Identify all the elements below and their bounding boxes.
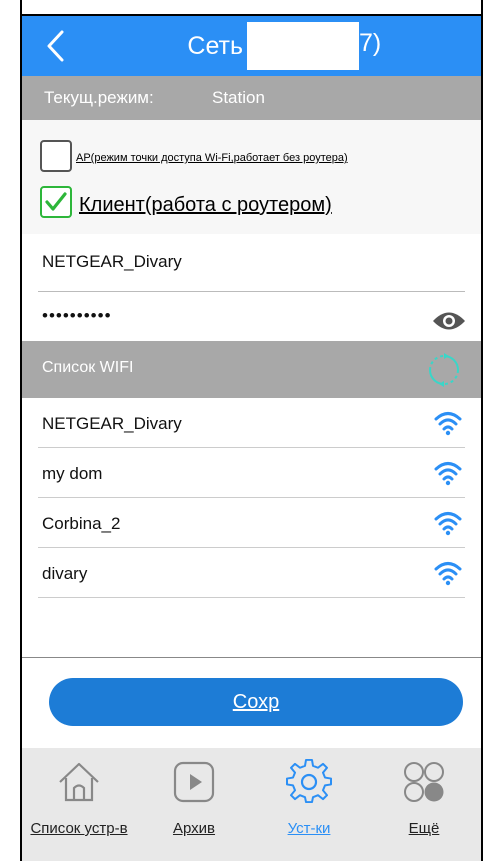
screenshot-frame: Сеть - ( 7) Текущ.режим: Station AP(режи…	[0, 0, 484, 861]
current-mode-value: Station	[212, 88, 265, 107]
chevron-left-icon	[47, 30, 64, 62]
play-icon	[173, 761, 215, 803]
refresh-button[interactable]	[426, 352, 462, 393]
wifi-list-title: Список WIFI	[42, 359, 134, 376]
more-icon	[404, 762, 444, 802]
wifi-network-name: my dom	[42, 464, 103, 483]
back-button[interactable]	[42, 28, 72, 64]
ssid-field[interactable]: NETGEAR_Divary	[22, 234, 481, 292]
wifi-signal-icon	[434, 412, 462, 436]
wifi-list-item[interactable]: NETGEAR_Divary	[22, 398, 481, 448]
mode-options: AP(режим точки доступа Wi-Fi,работает бе…	[22, 120, 481, 234]
wifi-list-item[interactable]: my dom	[22, 448, 481, 498]
password-input[interactable]: ••••••••••	[42, 306, 112, 326]
wifi-signal-icon	[434, 512, 462, 536]
wifi-signal-icon	[434, 462, 462, 486]
ssid-input[interactable]: NETGEAR_Divary	[42, 252, 182, 272]
save-button[interactable]: Сохр	[49, 678, 463, 726]
tab-label: Ещё	[408, 820, 440, 837]
wifi-list-header: Список WIFI	[22, 341, 481, 398]
save-area: Сохр	[22, 658, 481, 748]
tab-label: Список устр-в	[30, 820, 128, 837]
header-bar: Сеть - ( 7)	[22, 16, 481, 76]
tab-device-list[interactable]: Список устр-в	[22, 748, 136, 861]
ap-mode-checkbox[interactable]	[40, 140, 72, 172]
frame-right-border	[481, 0, 483, 861]
gear-icon	[286, 758, 332, 804]
wifi-signal-icon	[434, 562, 462, 586]
checkmark-icon	[45, 192, 67, 211]
refresh-icon	[429, 353, 459, 387]
client-mode-label[interactable]: Клиент(работа с роутером)	[79, 194, 332, 217]
wifi-network-name: divary	[42, 564, 88, 583]
wifi-list-item[interactable]: divary	[22, 548, 481, 598]
wifi-network-name: Corbina_2	[42, 514, 121, 533]
current-mode-bar: Текущ.режим: Station	[22, 76, 481, 120]
page-title-tail: 7)	[359, 29, 382, 57]
bottom-tab-bar: Список устр-в Архив Уст-ки Ещё	[22, 748, 481, 861]
ap-mode-label[interactable]: AP(режим точки доступа Wi-Fi,работает бе…	[76, 152, 348, 164]
app-screen: Сеть - ( 7) Текущ.режим: Station AP(режи…	[22, 16, 481, 861]
current-mode-label: Текущ.режим:	[44, 88, 154, 107]
eye-icon	[433, 312, 465, 330]
client-mode-checkbox[interactable]	[40, 186, 72, 218]
home-icon	[59, 762, 99, 802]
password-field[interactable]: ••••••••••	[22, 292, 481, 341]
show-password-button[interactable]	[432, 310, 466, 337]
tab-label: Архив	[172, 820, 216, 837]
tab-archive[interactable]: Архив	[137, 748, 251, 861]
wifi-network-name: NETGEAR_Divary	[42, 414, 182, 433]
tab-label: Уст-ки	[287, 820, 331, 837]
divider	[38, 597, 465, 598]
wifi-list-item[interactable]: Corbina_2	[22, 498, 481, 548]
redacted-area	[247, 22, 359, 70]
tab-more[interactable]: Ещё	[367, 748, 481, 861]
tab-settings[interactable]: Уст-ки	[252, 748, 366, 861]
